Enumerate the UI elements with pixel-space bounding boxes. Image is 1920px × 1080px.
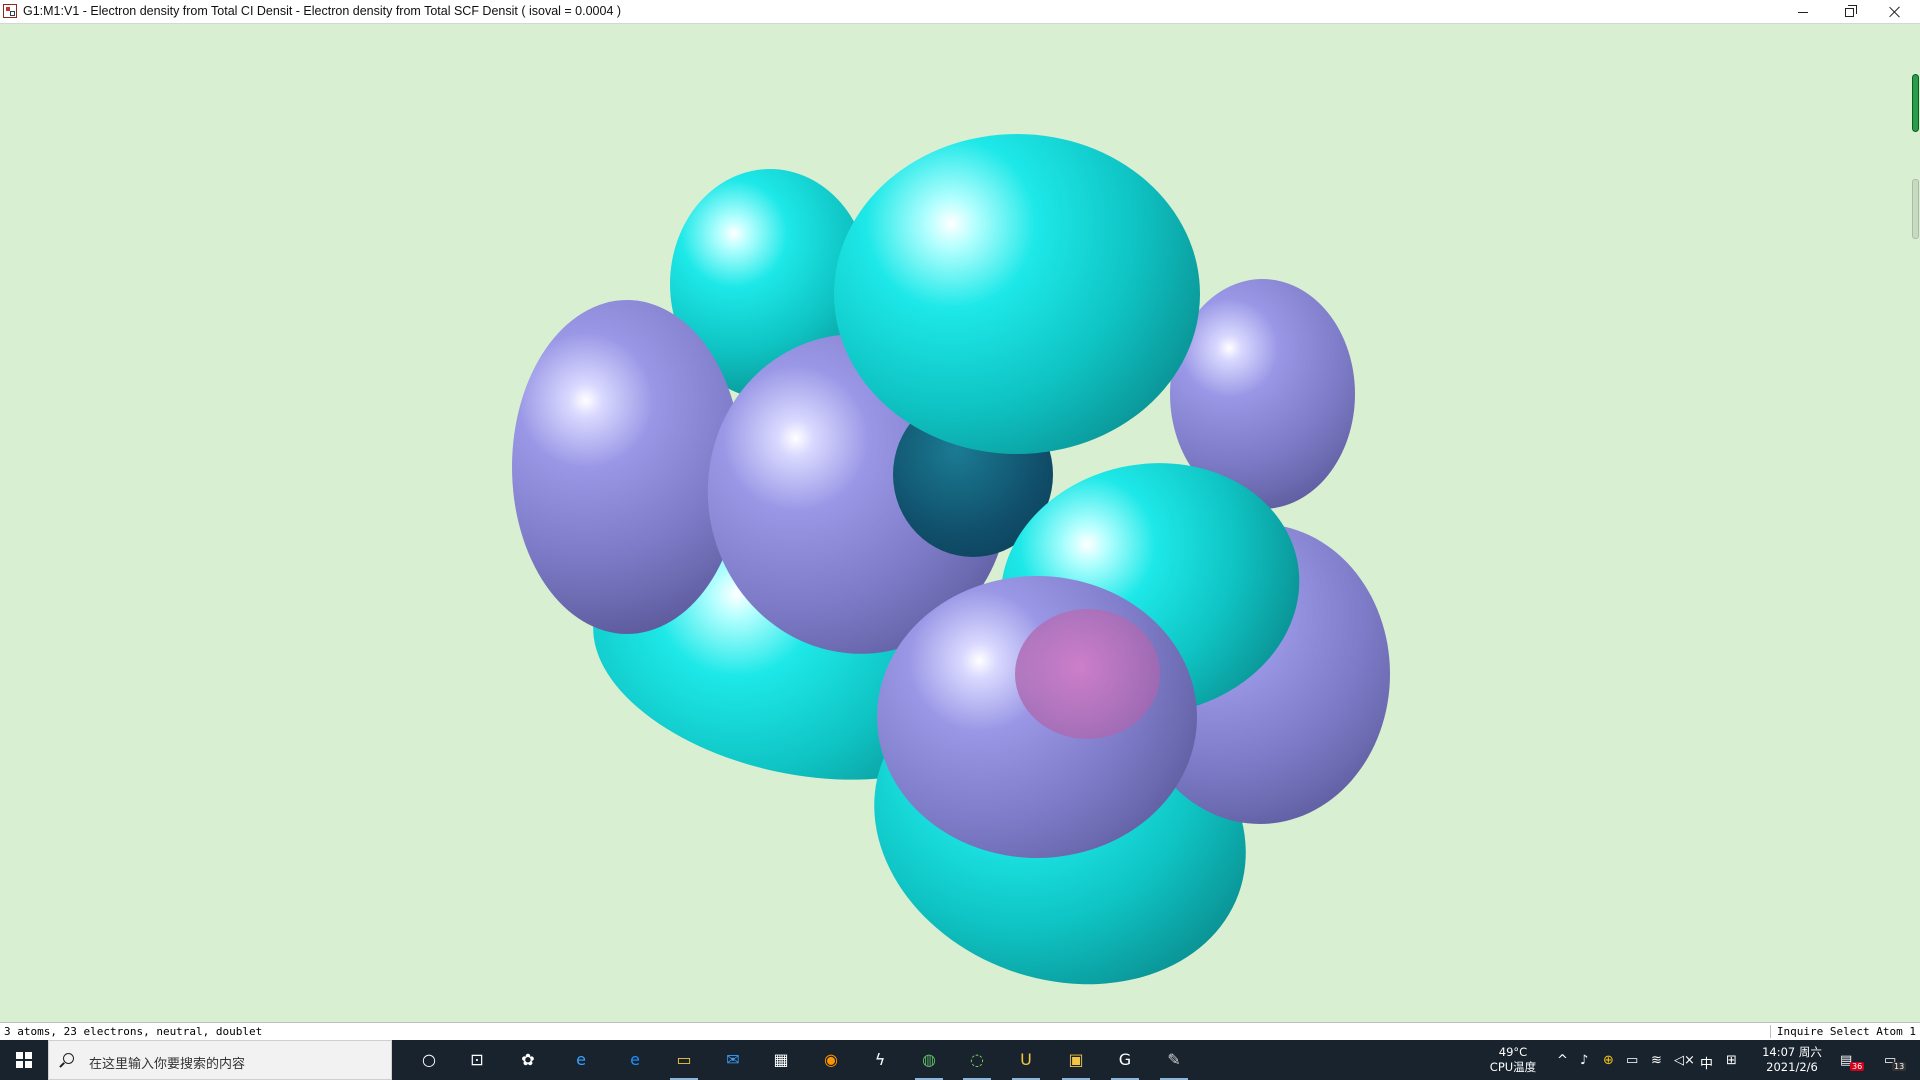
isosurface-lobe-negative: [512, 300, 742, 634]
uc-icon[interactable]: U: [1012, 1046, 1040, 1080]
edge-icon[interactable]: e: [621, 1046, 649, 1074]
minimize-button[interactable]: [1780, 0, 1826, 24]
app-360-icon[interactable]: ✿: [514, 1046, 542, 1074]
search-icon: [63, 1053, 74, 1064]
plus-circle-icon[interactable]: ⊕: [1603, 1053, 1614, 1068]
ie-icon[interactable]: e: [567, 1046, 595, 1074]
volume-muted-icon[interactable]: ◁×: [1674, 1053, 1695, 1068]
start-button[interactable]: [0, 1040, 48, 1080]
scroll-segment[interactable]: [1912, 179, 1919, 239]
input-method[interactable]: 中: [1700, 1053, 1713, 1072]
browser-360-icon[interactable]: ◍: [915, 1046, 943, 1080]
folder-app-icon[interactable]: ▣: [1062, 1046, 1090, 1080]
gaussview-icon-glyph: G: [1118, 1050, 1132, 1069]
task-view-icon-glyph: ⊡: [470, 1050, 484, 1069]
file-explorer-icon[interactable]: ▭: [670, 1046, 698, 1080]
title-bar: G1:M1:V1 - Electron density from Total C…: [0, 0, 1920, 24]
folder-app-icon-glyph: ▣: [1068, 1050, 1084, 1069]
gaussview-window-icon-glyph: ✎: [1167, 1050, 1181, 1069]
bolt-app-icon[interactable]: ϟ: [866, 1046, 894, 1074]
battery-icon[interactable]: ▭: [1626, 1053, 1638, 1068]
uc-icon-glyph: U: [1020, 1050, 1032, 1069]
wifi-icon[interactable]: ≋: [1651, 1053, 1662, 1068]
restore-icon: [1844, 4, 1857, 17]
isosurface-lobe-inner: [1015, 609, 1160, 739]
status-bar: 3 atoms, 23 electrons, neutral, doublet …: [0, 1022, 1920, 1040]
mail-icon[interactable]: ✉: [719, 1046, 747, 1074]
keyboard-icon[interactable]: ⊞: [1726, 1053, 1737, 1068]
gaussview-window-icon[interactable]: ✎: [1160, 1046, 1188, 1080]
restore-button[interactable]: [1826, 0, 1872, 24]
cortana-icon[interactable]: ○: [415, 1046, 443, 1074]
search-placeholder: 在这里输入你要搜索的内容: [89, 1057, 246, 1072]
molecule-info: 3 atoms, 23 electrons, neutral, doublet: [4, 1025, 263, 1038]
window-title: G1:M1:V1 - Electron density from Total C…: [23, 4, 622, 18]
bolt-app-icon-glyph: ϟ: [874, 1050, 886, 1069]
edge-icon-glyph: e: [630, 1050, 640, 1069]
close-icon: [1889, 6, 1901, 18]
store-icon[interactable]: ▦: [767, 1046, 795, 1074]
gaussview-app-icon[interactable]: [3, 4, 17, 18]
chevron-up-icon[interactable]: ^: [1557, 1053, 1568, 1068]
notification-badge: 36: [1850, 1062, 1865, 1071]
gaussview-icon[interactable]: G: [1111, 1046, 1139, 1080]
scroll-thumb[interactable]: [1912, 74, 1919, 132]
store-icon-glyph: ▦: [773, 1050, 789, 1069]
search-box[interactable]: 在这里输入你要搜索的内容: [48, 1040, 392, 1080]
cortana-icon-glyph: ○: [422, 1050, 436, 1069]
close-button[interactable]: [1872, 0, 1918, 24]
inquire-status: Inquire Select Atom 1: [1769, 1025, 1916, 1038]
clock[interactable]: 14:07 周六 2021/2/6: [1752, 1045, 1832, 1075]
wechat-icon[interactable]: ◌: [963, 1046, 991, 1080]
firefox-icon-glyph: ◉: [824, 1050, 838, 1069]
browser-360-icon-glyph: ◍: [922, 1050, 936, 1069]
wechat-icon-glyph: ◌: [970, 1050, 984, 1069]
ie-icon-glyph: e: [576, 1050, 586, 1069]
taskbar: 在这里输入你要搜索的内容 ○ ⊡ ✿ e e ▭ ✉ ▦ ◉ ϟ ◍ ◌ U ▣ G ✎ 49°C CPU温度…: [0, 1040, 1920, 1080]
mail-icon-glyph: ✉: [726, 1050, 740, 1069]
file-explorer-icon-glyph: ▭: [676, 1050, 692, 1069]
minimize-icon: [1798, 11, 1808, 13]
task-view-icon[interactable]: ⊡: [463, 1046, 491, 1074]
action-center-badge: 13: [1892, 1062, 1907, 1071]
app-360-icon-glyph: ✿: [521, 1050, 535, 1069]
bell-icon[interactable]: ♪: [1580, 1053, 1588, 1068]
isosurface-lobe-positive: [834, 134, 1200, 454]
viewport-scrollbar[interactable]: [1910, 74, 1920, 274]
firefox-icon[interactable]: ◉: [817, 1046, 845, 1074]
cpu-temperature: 49°C CPU温度: [1489, 1045, 1537, 1074]
windows-logo-icon: [16, 1052, 32, 1068]
molecule-viewport[interactable]: [0, 24, 1920, 1022]
